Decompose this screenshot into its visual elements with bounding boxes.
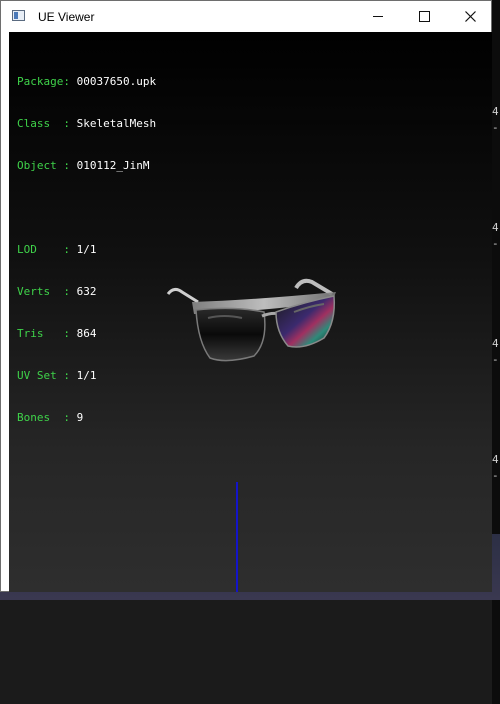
info-class: Class : SkeletalMesh bbox=[17, 117, 157, 130]
info-object: Object : 010112_JinM bbox=[17, 159, 150, 172]
console-glyph: - bbox=[492, 237, 499, 250]
console-glyph: - bbox=[492, 353, 499, 366]
close-icon bbox=[464, 11, 476, 22]
ue-viewer-window: UE Viewer Package: 00037650.upk Class : … bbox=[0, 0, 492, 592]
window-title: UE Viewer bbox=[38, 10, 95, 24]
3d-viewport[interactable]: Package: 00037650.upk Class : SkeletalMe… bbox=[9, 32, 492, 592]
console-glyph: - bbox=[492, 121, 499, 134]
console-glyph: 4 bbox=[492, 453, 499, 466]
close-button[interactable] bbox=[447, 1, 493, 32]
info-bones: Bones : 9 bbox=[17, 411, 84, 424]
maximize-button[interactable] bbox=[401, 1, 447, 32]
title-bar[interactable]: UE Viewer bbox=[1, 1, 491, 32]
info-package: Package: 00037650.upk bbox=[17, 75, 157, 88]
mesh-info-overlay: Package: 00037650.upk Class : SkeletalMe… bbox=[17, 47, 156, 453]
minimize-icon bbox=[373, 16, 383, 17]
console-glyph: 4 bbox=[492, 105, 499, 118]
info-verts: Verts : 632 bbox=[17, 285, 97, 298]
maximize-icon bbox=[418, 11, 430, 22]
info-lod: LOD : 1/1 bbox=[17, 243, 97, 256]
console-glyph: 4 bbox=[492, 221, 499, 234]
z-axis-line bbox=[236, 482, 238, 592]
info-uv-set: UV Set : 1/1 bbox=[17, 369, 97, 382]
minimize-button[interactable] bbox=[355, 1, 401, 32]
console-glyph: 4 bbox=[492, 337, 499, 350]
info-tris: Tris : 864 bbox=[17, 327, 97, 340]
sunglasses-mesh[interactable] bbox=[164, 272, 349, 372]
app-icon bbox=[12, 10, 25, 21]
